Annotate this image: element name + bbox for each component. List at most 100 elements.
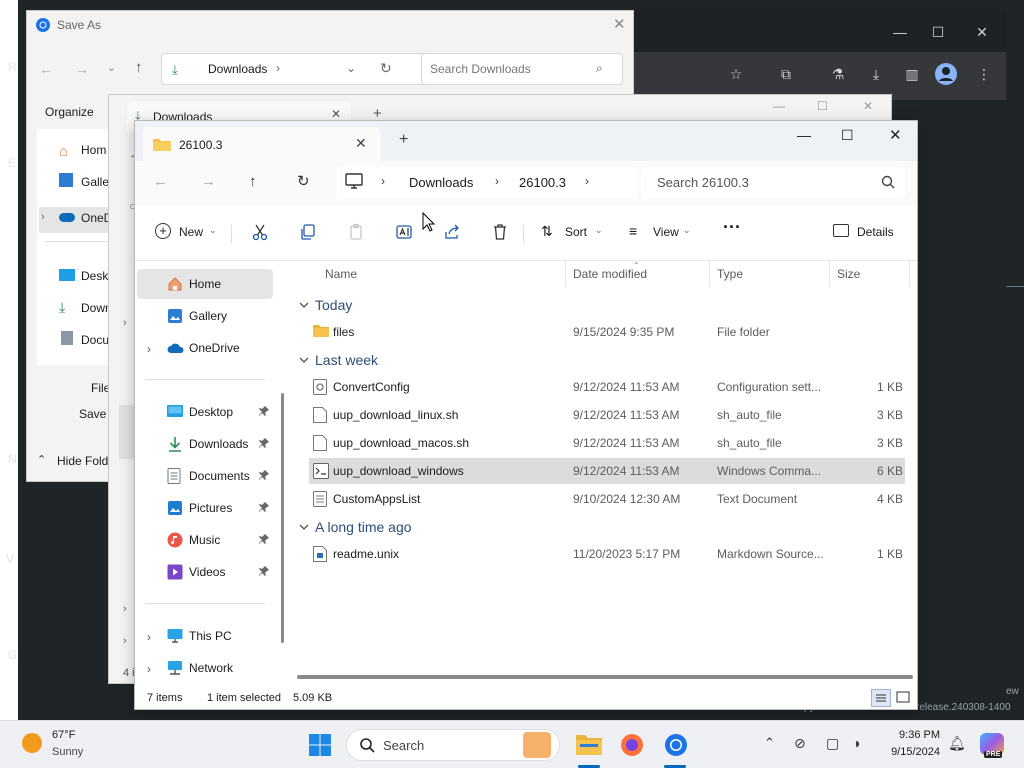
column-header-name[interactable]: Name: [325, 267, 357, 281]
breadcrumb-item[interactable]: 26100.3: [519, 175, 566, 190]
profile-avatar-icon[interactable]: [934, 62, 962, 86]
nav-scrollbar[interactable]: [281, 393, 284, 643]
network-offline-icon[interactable]: ⊘: [794, 735, 806, 752]
maximize-icon[interactable]: ☐: [817, 99, 828, 113]
weather-sun-icon[interactable]: [22, 733, 42, 753]
chevron-right-icon[interactable]: ›: [123, 635, 127, 647]
sort-button[interactable]: ⇅ Sort ⌄: [541, 223, 611, 245]
group-header-today[interactable]: Today: [299, 297, 499, 317]
column-header-size[interactable]: Size: [837, 267, 860, 281]
notification-bell-icon[interactable]: 🔔︎: [948, 735, 966, 752]
chevron-up-icon[interactable]: ⌃: [37, 453, 46, 466]
side-panel-icon[interactable]: ▥: [898, 64, 926, 84]
column-header-type[interactable]: Type: [717, 267, 743, 281]
download-icon[interactable]: ⤓: [862, 64, 890, 84]
firefox-icon[interactable]: [620, 733, 644, 757]
pin-icon[interactable]: [259, 406, 269, 416]
sound-icon[interactable]: ◑: [852, 735, 860, 751]
maximize-icon[interactable]: ☐: [841, 127, 854, 144]
nav-item-gallery[interactable]: Galle: [81, 175, 109, 189]
chevron-up-icon[interactable]: ⌃: [764, 735, 775, 751]
taskbar-search[interactable]: Search: [346, 729, 560, 761]
column-separator[interactable]: [829, 261, 830, 287]
forward-arrow-icon[interactable]: →: [201, 173, 216, 190]
labs-icon[interactable]: ⚗: [824, 64, 852, 84]
chevron-right-icon[interactable]: ›: [147, 630, 151, 644]
nav-item-home[interactable]: Hom: [81, 143, 106, 157]
display-icon[interactable]: ▢: [826, 735, 839, 752]
view-button[interactable]: ≡ View ⌄: [629, 223, 699, 245]
close-icon[interactable]: ✕: [968, 22, 996, 42]
more-options-icon[interactable]: ···: [723, 217, 741, 239]
nav-item-documents[interactable]: Documents: [135, 461, 287, 491]
column-header-date[interactable]: Date modified: [573, 267, 647, 281]
refresh-icon[interactable]: ↻: [297, 172, 310, 190]
chrome-icon[interactable]: [664, 733, 688, 757]
file-row[interactable]: readme.unix 11/20/2023 5:17 PM Markdown …: [309, 541, 905, 567]
close-icon[interactable]: ✕: [613, 15, 626, 33]
back-arrow-icon[interactable]: ←: [39, 61, 53, 77]
forward-arrow-icon[interactable]: →: [75, 61, 89, 77]
file-row[interactable]: CustomAppsList 9/10/2024 12:30 AM Text D…: [309, 486, 905, 512]
weather-temp[interactable]: 67°F: [52, 729, 75, 741]
refresh-icon[interactable]: ↻: [380, 60, 392, 77]
file-row[interactable]: uup_download_macos.sh 9/12/2024 11:53 AM…: [309, 430, 905, 456]
search-input[interactable]: Search 26100.3: [641, 167, 905, 199]
group-header-long-time-ago[interactable]: A long time ago: [299, 519, 499, 539]
chevron-right-icon[interactable]: ›: [147, 662, 151, 676]
chevron-right-icon[interactable]: ›: [123, 317, 127, 329]
nav-item-music[interactable]: Music: [135, 525, 287, 555]
start-windows-icon[interactable]: [308, 733, 332, 757]
pin-icon[interactable]: [259, 566, 269, 576]
file-row[interactable]: files 9/15/2024 9:35 PM File folder: [309, 319, 905, 345]
close-icon[interactable]: ✕: [889, 126, 902, 144]
paste-button[interactable]: [347, 223, 365, 245]
tab-26100-3[interactable]: 26100.3 ✕: [143, 127, 381, 161]
pin-icon[interactable]: [259, 534, 269, 544]
hide-folders-button[interactable]: Hide Fold: [57, 454, 108, 468]
new-button[interactable]: + New ⌄: [155, 223, 235, 245]
menu-kebab-icon[interactable]: ⋮: [970, 64, 998, 84]
search-input[interactable]: Search Downloads ⌕: [421, 53, 623, 85]
bookmark-star-icon[interactable]: ☆: [722, 64, 750, 84]
up-arrow-icon[interactable]: ↑: [249, 173, 257, 190]
nav-item-pictures[interactable]: Pictures: [135, 493, 287, 523]
file-row-selected[interactable]: uup_download_windows 9/12/2024 11:53 AM …: [309, 458, 905, 484]
new-tab-icon[interactable]: +: [399, 131, 408, 149]
up-arrow-icon[interactable]: ↑: [135, 59, 143, 76]
maximize-icon[interactable]: ☐: [924, 22, 952, 42]
file-row[interactable]: uup_download_linux.sh 9/12/2024 11:53 AM…: [309, 402, 905, 428]
cut-button[interactable]: [251, 223, 269, 245]
rename-button[interactable]: [395, 223, 413, 245]
file-row[interactable]: ConvertConfig 9/12/2024 11:53 AM Configu…: [309, 374, 905, 400]
horizontal-scrollbar[interactable]: [297, 675, 913, 679]
file-explorer-taskbar-icon[interactable]: [576, 733, 602, 755]
nav-item-gallery[interactable]: Gallery: [135, 301, 287, 331]
chevron-down-icon[interactable]: ⌄: [107, 61, 116, 74]
minimize-icon[interactable]: —: [886, 22, 914, 42]
chevron-right-icon[interactable]: ›: [123, 603, 127, 615]
chevron-right-icon[interactable]: ›: [147, 342, 151, 356]
delete-button[interactable]: [491, 223, 509, 245]
nav-item-onedrive[interactable]: › OneDrive: [135, 333, 287, 363]
address-bar[interactable]: ⤓ Downloads › ⌄ ↻: [161, 53, 435, 85]
nav-item-documents[interactable]: Docu: [81, 333, 109, 347]
minimize-icon[interactable]: —: [773, 99, 785, 113]
pin-icon[interactable]: [259, 502, 269, 512]
minimize-icon[interactable]: —: [797, 127, 811, 143]
breadcrumb[interactable]: › Downloads › 26100.3 ›: [337, 167, 637, 199]
extensions-icon[interactable]: ⧉: [772, 64, 800, 84]
column-separator[interactable]: [565, 261, 566, 287]
nav-item-network[interactable]: › Network: [135, 653, 287, 683]
group-header-last-week[interactable]: Last week: [299, 352, 499, 372]
clock-time[interactable]: 9:36 PM: [884, 729, 940, 741]
nav-item-this-pc[interactable]: › This PC: [135, 621, 287, 651]
close-icon[interactable]: ✕: [331, 107, 341, 121]
pin-icon[interactable]: [259, 438, 269, 448]
nav-item-desktop[interactable]: Desktop: [135, 397, 287, 427]
clock-date[interactable]: 9/15/2024: [884, 746, 940, 758]
nav-item-videos[interactable]: Videos: [135, 557, 287, 587]
organize-button[interactable]: Organize: [45, 105, 94, 119]
close-icon[interactable]: ✕: [863, 99, 873, 113]
weather-desc[interactable]: Sunny: [52, 746, 83, 758]
